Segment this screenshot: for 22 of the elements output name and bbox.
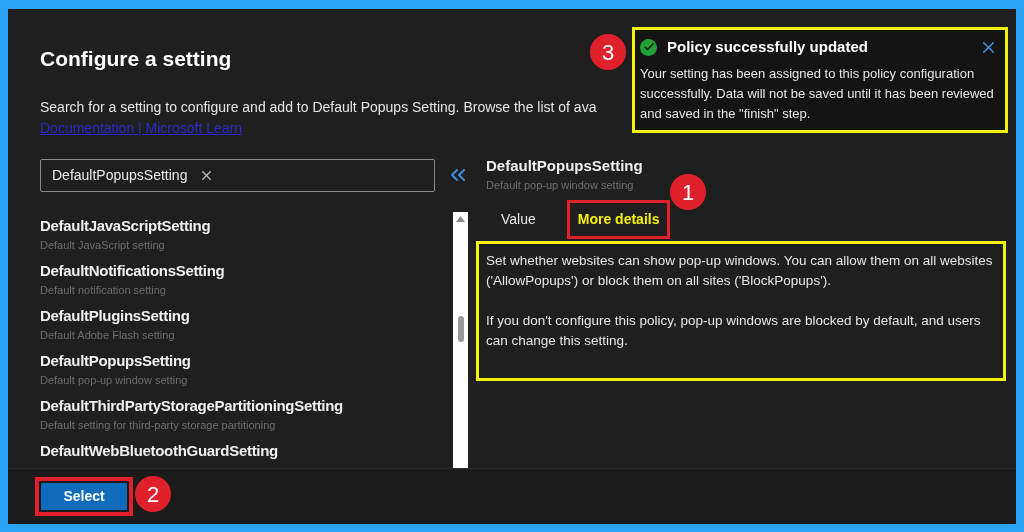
scroll-up-icon[interactable]	[456, 215, 465, 222]
setting-list-item[interactable]: DefaultNotificationsSetting Default notification setting	[40, 260, 225, 299]
dialog-description: Search for a setting to configure and add to Default Popups Setting. Browse the list of ava	[40, 97, 597, 117]
setting-list-item[interactable]: DefaultWebBluetoothGuardSetting	[40, 440, 278, 461]
setting-list-item[interactable]: DefaultJavaScriptSetting Default JavaScript setting	[40, 215, 211, 254]
setting-list-item[interactable]: DefaultThirdPartyStoragePartitioningSetting Default setting for third-party storage partitioning	[40, 395, 343, 434]
dialog-title: Configure a setting	[40, 46, 232, 72]
setting-subtitle: Default pop-up window setting	[486, 178, 634, 193]
select-button[interactable]: Select	[41, 483, 127, 510]
setting-list-item[interactable]: DefaultPopupsSetting Default pop-up window setting	[40, 350, 191, 389]
notification-message: Your setting has been assigned to this policy configuration successfully. Data will not be saved until it has been reviewed and saved in the "finish" step.	[640, 64, 995, 123]
tab[interactable]: More details	[566, 199, 671, 239]
setting-title: DefaultPopupsSetting	[486, 155, 643, 176]
tab[interactable]: Value	[490, 199, 547, 239]
notification-title: Policy successfully updated	[667, 37, 868, 57]
scrollbar[interactable]	[453, 211, 468, 470]
details-paragraph: Set whether websites can show pop-up windows. You can allow them on all websites ('AllowPopups') or block them on all sites ('BlockPopups').	[486, 251, 994, 290]
details-paragraph: If you don't configure this policy, pop-up windows are blocked by default, and users can change this setting.	[486, 311, 982, 350]
success-icon	[640, 38, 657, 56]
scrollbar-thumb[interactable]	[457, 315, 464, 342]
setting-list-item[interactable]: DefaultPluginsSetting Default Adobe Flash setting	[40, 305, 190, 344]
search-field[interactable]: DefaultPopupsSetting	[40, 158, 435, 192]
